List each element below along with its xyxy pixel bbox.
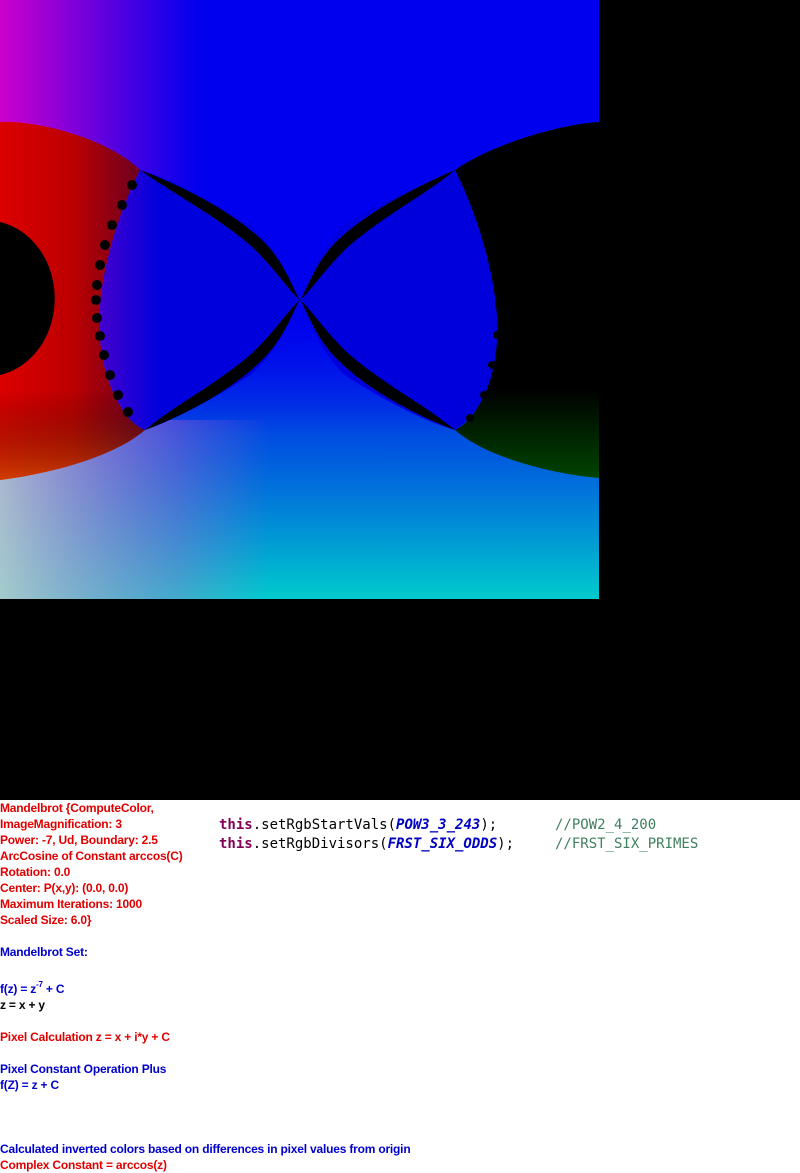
formula-exponent: -7 [36, 980, 43, 989]
formula: f(z) = z-7 + C [0, 980, 65, 997]
fractal-image [0, 0, 599, 599]
code-method: .setRgbDivisors( [252, 836, 388, 852]
formula-suffix: + C [42, 982, 65, 996]
info-line-power: Power: -7, Ud, Boundary: 2.5 [0, 833, 158, 847]
info-line-max-iterations: Maximum Iterations: 1000 [0, 897, 142, 911]
f-Z-formula: f(Z) = z + C [0, 1078, 59, 1092]
fractal-canvas-area [0, 0, 800, 800]
pixel-constant-operation: Pixel Constant Operation Plus [0, 1062, 167, 1076]
z-definition: z = x + y [0, 998, 45, 1012]
pixel-calculation: Pixel Calculation z = x + i*y + C [0, 1030, 170, 1044]
code-argument: POW3_3_243 [396, 817, 481, 833]
code-argument: FRST_SIX_ODDS [387, 836, 498, 852]
code-method: .setRgbStartVals( [252, 817, 397, 833]
formula-prefix: f(z) = z [0, 982, 37, 996]
code-line-rgb-start: this.setRgbStartVals(POW3_3_243); //POW2_… [219, 816, 656, 834]
code-comment: //POW2_4_200 [555, 817, 657, 833]
inverted-colors-note: Calculated inverted colors based on diff… [0, 1142, 411, 1156]
code-close: ); [497, 836, 515, 852]
code-line-rgb-divisors: this.setRgbDivisors(FRST_SIX_ODDS); //FRS… [219, 835, 698, 853]
info-line-center: Center: P(x,y): (0.0, 0.0) [0, 881, 129, 895]
code-keyword: this [219, 817, 253, 833]
code-keyword: this [219, 836, 253, 852]
info-line-arccosine: ArcCosine of Constant arccos(C) [0, 849, 183, 863]
info-line-magnification: ImageMagnification: 3 [0, 817, 122, 831]
code-comment: //FRST_SIX_PRIMES [555, 836, 699, 852]
code-close: ); [480, 817, 498, 833]
info-line-rotation: Rotation: 0.0 [0, 865, 71, 879]
info-panel: Mandelbrot {ComputeColor, ImageMagnifica… [0, 800, 800, 1173]
complex-constant: Complex Constant = arccos(z) [0, 1158, 167, 1172]
info-line-scaled-size: Scaled Size: 6.0} [0, 913, 92, 927]
info-line-compute-color: Mandelbrot {ComputeColor, [0, 801, 154, 815]
set-title: Mandelbrot Set: [0, 945, 88, 959]
